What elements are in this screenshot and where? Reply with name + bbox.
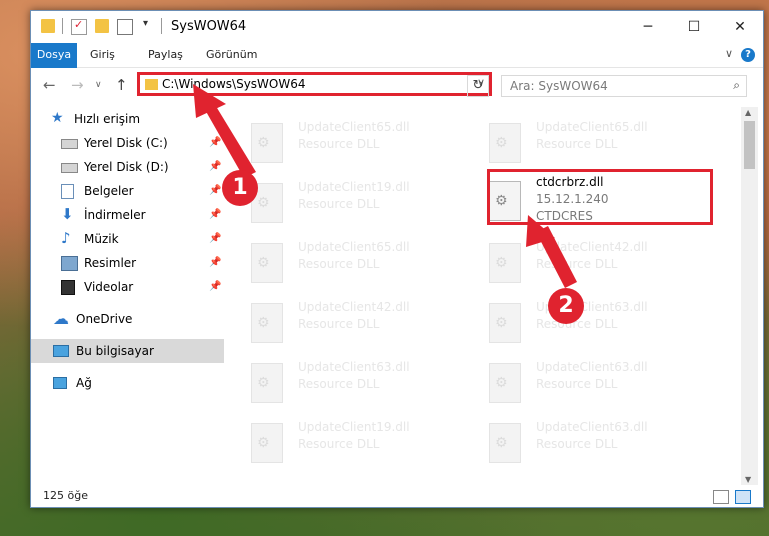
annotation-arrows [193, 84, 577, 288]
arrow-two [526, 215, 577, 288]
callout-one: 1 [222, 170, 258, 206]
callout-two: 2 [548, 288, 584, 324]
arrow-one [193, 84, 256, 178]
